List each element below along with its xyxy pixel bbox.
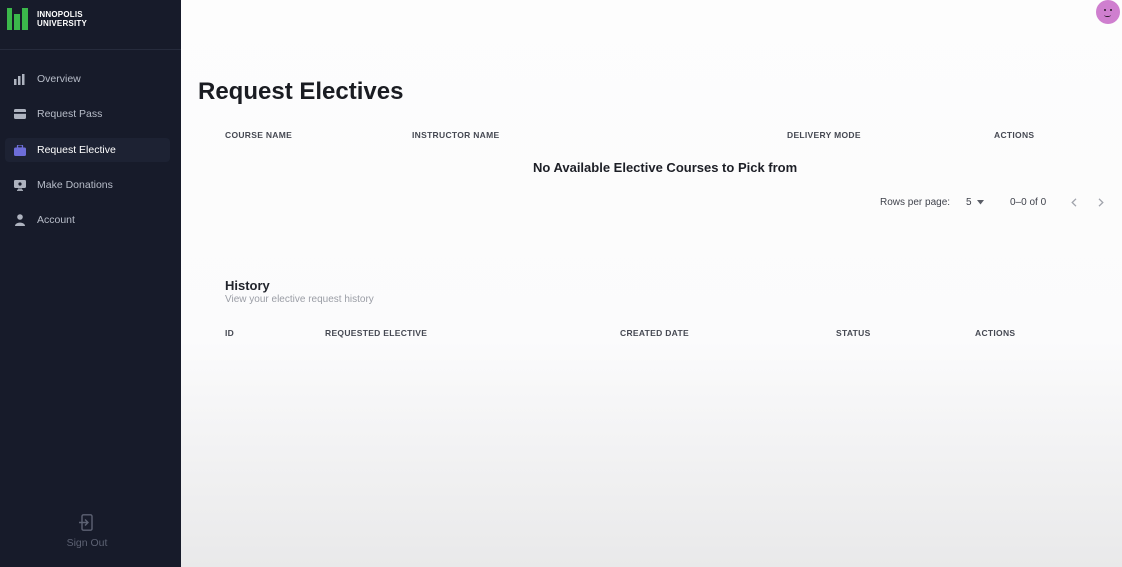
sign-out-button[interactable]: Sign Out [52,514,122,549]
chevron-left-icon [1071,197,1077,207]
column-delivery-mode[interactable]: DELIVERY MODE [787,130,861,140]
logo-text: INNOPOLIS UNIVERSITY [37,10,87,28]
rows-per-page-label: Rows per page: [880,197,951,208]
chevron-right-icon [1098,197,1104,207]
previous-page-button[interactable] [1067,195,1081,209]
history-title: History [225,278,270,293]
empty-message: No Available Elective Courses to Pick fr… [533,160,798,175]
card-icon [13,108,26,121]
history-table-header: ID REQUESTED ELECTIVE CREATED DATE STATU… [198,318,1114,346]
rows-per-page-value: 5 [966,197,972,208]
sidebar-item-label: Request Pass [37,108,103,120]
sidebar-item-request-elective[interactable]: Request Elective [5,138,170,162]
column-actions[interactable]: ACTIONS [975,328,1015,338]
university-logo[interactable]: INNOPOLIS UNIVERSITY [7,8,87,30]
pagination-range: 0–0 of 0 [1010,197,1047,208]
main-content: Request Electives COURSE NAME INSTRUCTOR… [181,0,1122,567]
chevron-down-icon [977,199,985,205]
column-course-name[interactable]: COURSE NAME [225,130,292,140]
sign-out-label: Sign Out [66,537,108,549]
sidebar-item-make-donations[interactable]: Make Donations [5,173,170,197]
next-page-button[interactable] [1094,195,1108,209]
rows-per-page-select[interactable]: 5 [966,197,985,208]
briefcase-icon [13,144,26,157]
column-id[interactable]: ID [225,328,234,338]
column-actions[interactable]: ACTIONS [994,130,1034,140]
column-requested-elective[interactable]: REQUESTED ELECTIVE [325,328,427,338]
monitor-icon [13,179,26,192]
sidebar-item-label: Overview [37,73,81,85]
sidebar-item-label: Request Elective [37,144,116,156]
sign-out-icon [79,514,93,531]
brand-line-2: UNIVERSITY [37,19,88,28]
sidebar-item-account[interactable]: Account [5,208,170,232]
brand-line-1: INNOPOLIS [37,10,83,19]
sidebar-item-label: Account [37,214,75,226]
electives-table-header: COURSE NAME INSTRUCTOR NAME DELIVERY MOD… [198,120,1114,148]
person-icon [13,214,26,227]
sidebar-item-overview[interactable]: Overview [5,67,170,91]
sidebar-item-request-pass[interactable]: Request Pass [5,102,170,126]
sidebar: INNOPOLIS UNIVERSITY Overview Request Pa… [0,0,181,567]
page-title: Request Electives [198,78,404,105]
column-status[interactable]: STATUS [836,328,871,338]
column-created-date[interactable]: CREATED DATE [620,328,689,338]
sidebar-divider [0,49,181,50]
user-avatar[interactable] [1096,0,1120,24]
logo-mark-icon [7,8,29,30]
column-instructor-name[interactable]: INSTRUCTOR NAME [412,130,499,140]
sidebar-item-label: Make Donations [37,179,113,191]
bar-chart-icon [13,73,26,86]
history-subtitle: View your elective request history [225,294,374,305]
